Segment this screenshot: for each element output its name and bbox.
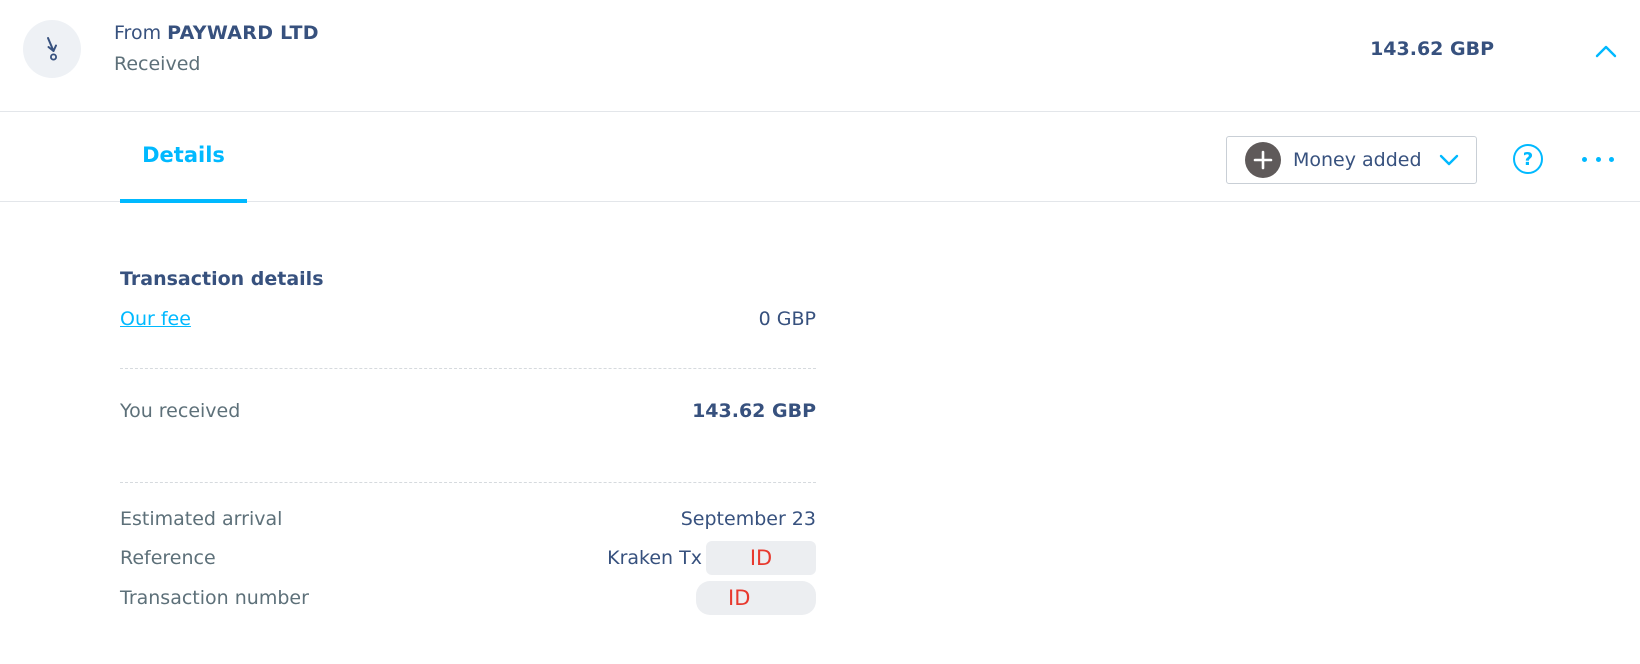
category-label: Money added bbox=[1293, 149, 1422, 171]
sender-name: PAYWARD LTD bbox=[167, 22, 319, 44]
fee-row: Our fee 0 GBP bbox=[120, 303, 816, 335]
category-dropdown[interactable]: Money added bbox=[1226, 136, 1477, 184]
redaction-label: ID bbox=[749, 546, 773, 570]
section-title: Transaction details bbox=[120, 268, 324, 290]
transaction-number-row: Transaction number ID bbox=[120, 580, 816, 616]
more-dot bbox=[1609, 156, 1614, 162]
redacted-reference: ID bbox=[706, 541, 816, 575]
header-amount: 143.62 GBP bbox=[1370, 38, 1494, 60]
more-dot bbox=[1595, 156, 1601, 162]
our-fee-link[interactable]: Our fee bbox=[120, 308, 191, 330]
received-label: You received bbox=[120, 400, 241, 422]
tab-bar: Details Money added ? bbox=[0, 113, 1640, 203]
tab-details[interactable]: Details bbox=[120, 113, 247, 203]
reference-value-group: Kraken Tx ID bbox=[607, 541, 816, 575]
redacted-transaction-number: ID bbox=[696, 581, 816, 615]
chevron-up-icon bbox=[1595, 45, 1617, 58]
chevron-down-icon bbox=[1438, 153, 1460, 167]
received-value: 143.62 GBP bbox=[692, 400, 816, 422]
received-row: You received 143.62 GBP bbox=[120, 395, 816, 427]
reference-row: Reference Kraken Tx ID bbox=[120, 540, 816, 576]
reference-label: Reference bbox=[120, 547, 216, 569]
more-dot bbox=[1582, 156, 1587, 162]
transaction-header[interactable]: From PAYWARD LTD Received 143.62 GBP bbox=[0, 0, 1640, 112]
tab-active-indicator bbox=[120, 199, 247, 203]
redaction-label: ID bbox=[728, 586, 751, 610]
divider bbox=[120, 368, 816, 369]
collapse-button[interactable] bbox=[1592, 40, 1620, 62]
question-circle-icon[interactable]: ? bbox=[1513, 144, 1543, 174]
reference-value: Kraken Tx bbox=[607, 547, 702, 569]
fee-value: 0 GBP bbox=[758, 308, 816, 330]
from-prefix: From bbox=[114, 22, 168, 44]
transaction-status: Received bbox=[114, 53, 201, 75]
incoming-transfer-icon bbox=[23, 20, 81, 78]
plus-circle-icon bbox=[1245, 142, 1281, 178]
arrival-label: Estimated arrival bbox=[120, 508, 283, 530]
more-options-icon[interactable] bbox=[1582, 147, 1614, 171]
divider bbox=[120, 482, 816, 483]
transaction-number-label: Transaction number bbox=[120, 587, 309, 609]
tab-details-label: Details bbox=[142, 142, 225, 167]
arrival-value: September 23 bbox=[680, 508, 816, 530]
sender-line: From PAYWARD LTD bbox=[114, 22, 319, 44]
arrival-row: Estimated arrival September 23 bbox=[120, 504, 816, 534]
